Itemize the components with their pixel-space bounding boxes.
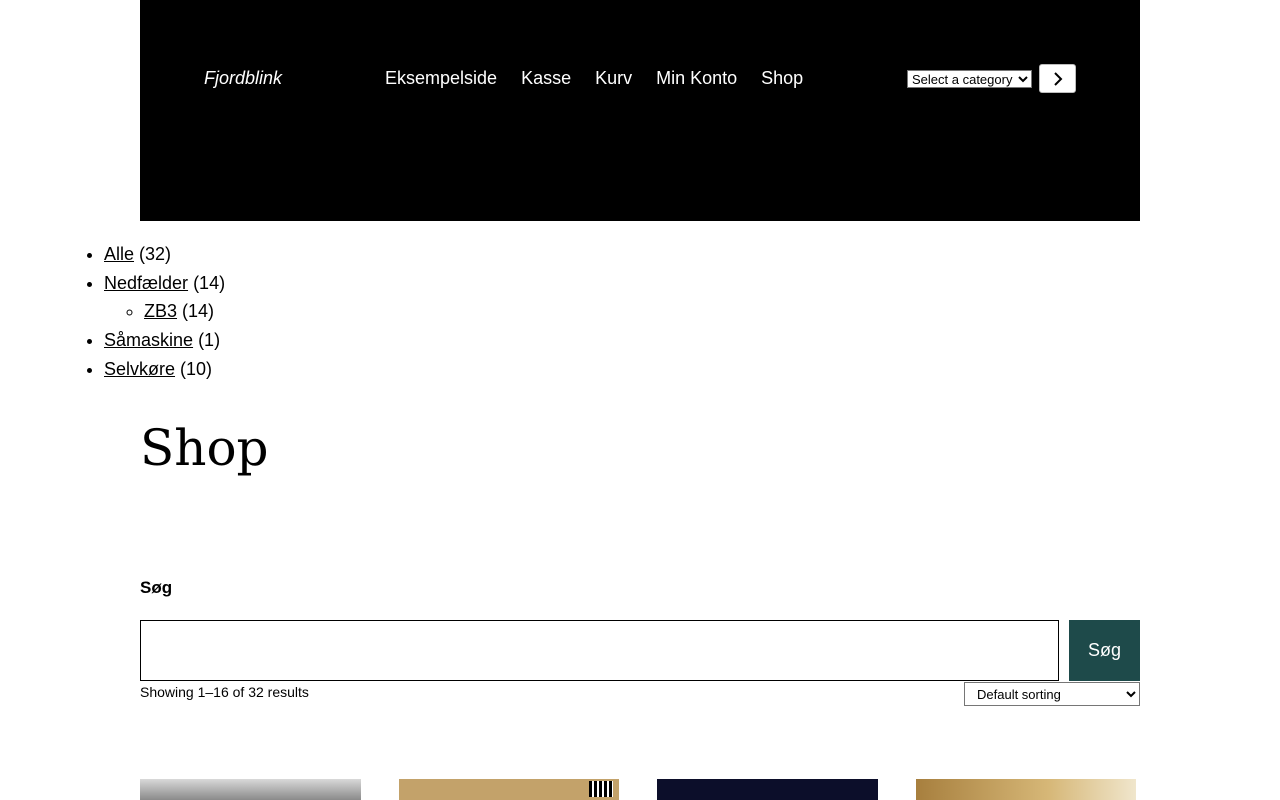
page-title: Shop <box>140 419 269 477</box>
category-item-alle: Alle (32) <box>104 240 225 269</box>
category-item-zb3: ZB3 (14) <box>144 297 225 326</box>
category-list: Alle (32) Nedfælder (14) ZB3 (14) Såmask… <box>104 240 225 384</box>
category-count: (14) <box>182 301 215 322</box>
nav-link-shop[interactable]: Shop <box>761 67 803 89</box>
product-image[interactable] <box>916 779 1136 800</box>
search-input[interactable] <box>140 620 1059 681</box>
product-image[interactable] <box>140 779 361 800</box>
nav-link-eksempelside[interactable]: Eksempelside <box>385 67 497 89</box>
search-button[interactable]: Søg <box>1069 620 1140 681</box>
main-nav: Eksempelside Kasse Kurv Min Konto Shop <box>385 67 803 89</box>
category-link[interactable]: ZB3 <box>144 301 177 321</box>
category-item-saamaskine: Såmaskine (1) <box>104 326 225 355</box>
result-count: Showing 1–16 of 32 results <box>140 684 309 700</box>
subcategory-list: ZB3 (14) <box>104 297 225 326</box>
category-item-nedfaelder: Nedfælder (14) ZB3 (14) <box>104 269 225 326</box>
category-link[interactable]: Nedfælder <box>104 273 188 293</box>
category-go-button[interactable] <box>1039 64 1076 93</box>
category-count: (10) <box>180 358 213 379</box>
category-item-selvkoere: Selvkøre (10) <box>104 355 225 384</box>
category-count: (14) <box>193 272 226 293</box>
category-count: (1) <box>198 330 221 351</box>
sort-select[interactable]: Default sorting <box>964 682 1140 706</box>
qr-code-label <box>589 781 613 797</box>
product-image[interactable] <box>399 779 619 800</box>
nav-link-kasse[interactable]: Kasse <box>521 67 571 89</box>
product-image[interactable] <box>657 779 878 800</box>
search-label: Søg <box>140 578 173 597</box>
nav-link-kurv[interactable]: Kurv <box>595 67 632 89</box>
category-link[interactable]: Såmaskine <box>104 330 193 350</box>
site-header: Fjordblink Eksempelside Kasse Kurv Min K… <box>140 0 1140 221</box>
category-link[interactable]: Selvkøre <box>104 359 175 379</box>
category-select[interactable]: Select a category <box>907 70 1032 88</box>
nav-link-min-konto[interactable]: Min Konto <box>656 67 737 89</box>
category-count: (32) <box>139 244 172 264</box>
site-title[interactable]: Fjordblink <box>204 68 282 88</box>
category-link[interactable]: Alle <box>104 244 134 264</box>
chevron-right-icon <box>1053 71 1062 86</box>
